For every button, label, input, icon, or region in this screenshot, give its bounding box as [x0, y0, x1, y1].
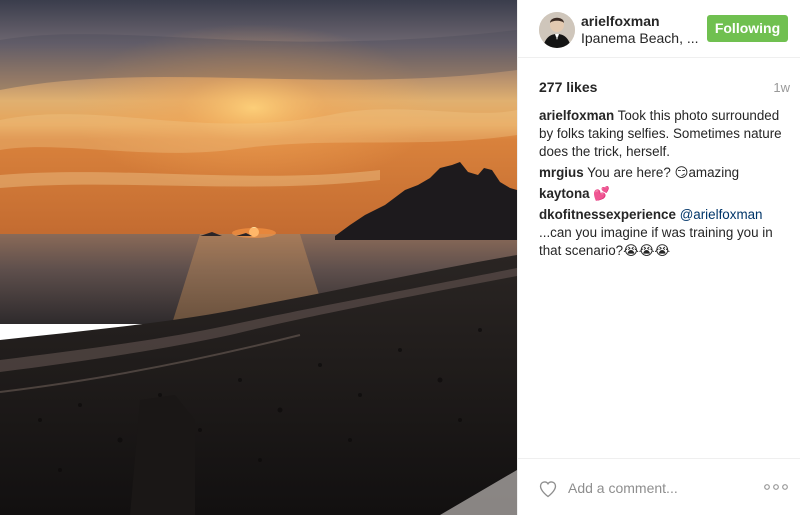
avatar-portrait [539, 12, 575, 48]
following-button[interactable]: Following [707, 15, 788, 42]
add-comment-input[interactable] [568, 478, 718, 498]
comment-item: kaytona 💕 [539, 185, 789, 203]
sunset-beach-photo [0, 0, 517, 515]
avatar[interactable] [539, 12, 575, 48]
smirk-emoji-icon: 😏 [674, 165, 689, 180]
comment-author[interactable]: kaytona [539, 186, 590, 201]
comment-item: mrgius You are here? 😏amazing [539, 164, 789, 182]
comment-item: arielfoxman Took this photo surrounded b… [539, 107, 789, 161]
comment-text-continued: amazing [688, 165, 740, 180]
comment-author[interactable]: arielfoxman [539, 108, 614, 123]
post-details-panel: arielfoxman Ipanema Beach, ... Following… [517, 0, 800, 515]
post-author-username[interactable]: arielfoxman [581, 13, 660, 29]
likes-row: 277 likes 1w [539, 79, 790, 99]
ellipsis-icon[interactable] [763, 479, 789, 495]
comment-mention-link[interactable]: @arielfoxman [680, 207, 763, 222]
post-age[interactable]: 1w [773, 80, 790, 95]
crying-emoji-icon: 😭😭😭 [623, 243, 671, 258]
likes-count[interactable]: 277 likes [539, 79, 597, 95]
comment-author[interactable]: mrgius [539, 165, 584, 180]
two-hearts-emoji-icon: 💕 [593, 186, 611, 201]
post-location[interactable]: Ipanema Beach, ... [581, 30, 699, 46]
comment-list: arielfoxman Took this photo surrounded b… [539, 107, 789, 263]
comment-footer [518, 458, 800, 515]
comment-author[interactable]: dkofitnessexperience [539, 207, 676, 222]
heart-outline-icon[interactable] [538, 479, 558, 499]
post-photo[interactable] [0, 0, 517, 515]
comment-item: dkofitnessexperience @arielfoxman ...can… [539, 206, 789, 260]
comment-text: You are here? [583, 165, 675, 180]
post-header: arielfoxman Ipanema Beach, ... Following [518, 0, 800, 58]
post: arielfoxman Ipanema Beach, ... Following… [0, 0, 800, 515]
